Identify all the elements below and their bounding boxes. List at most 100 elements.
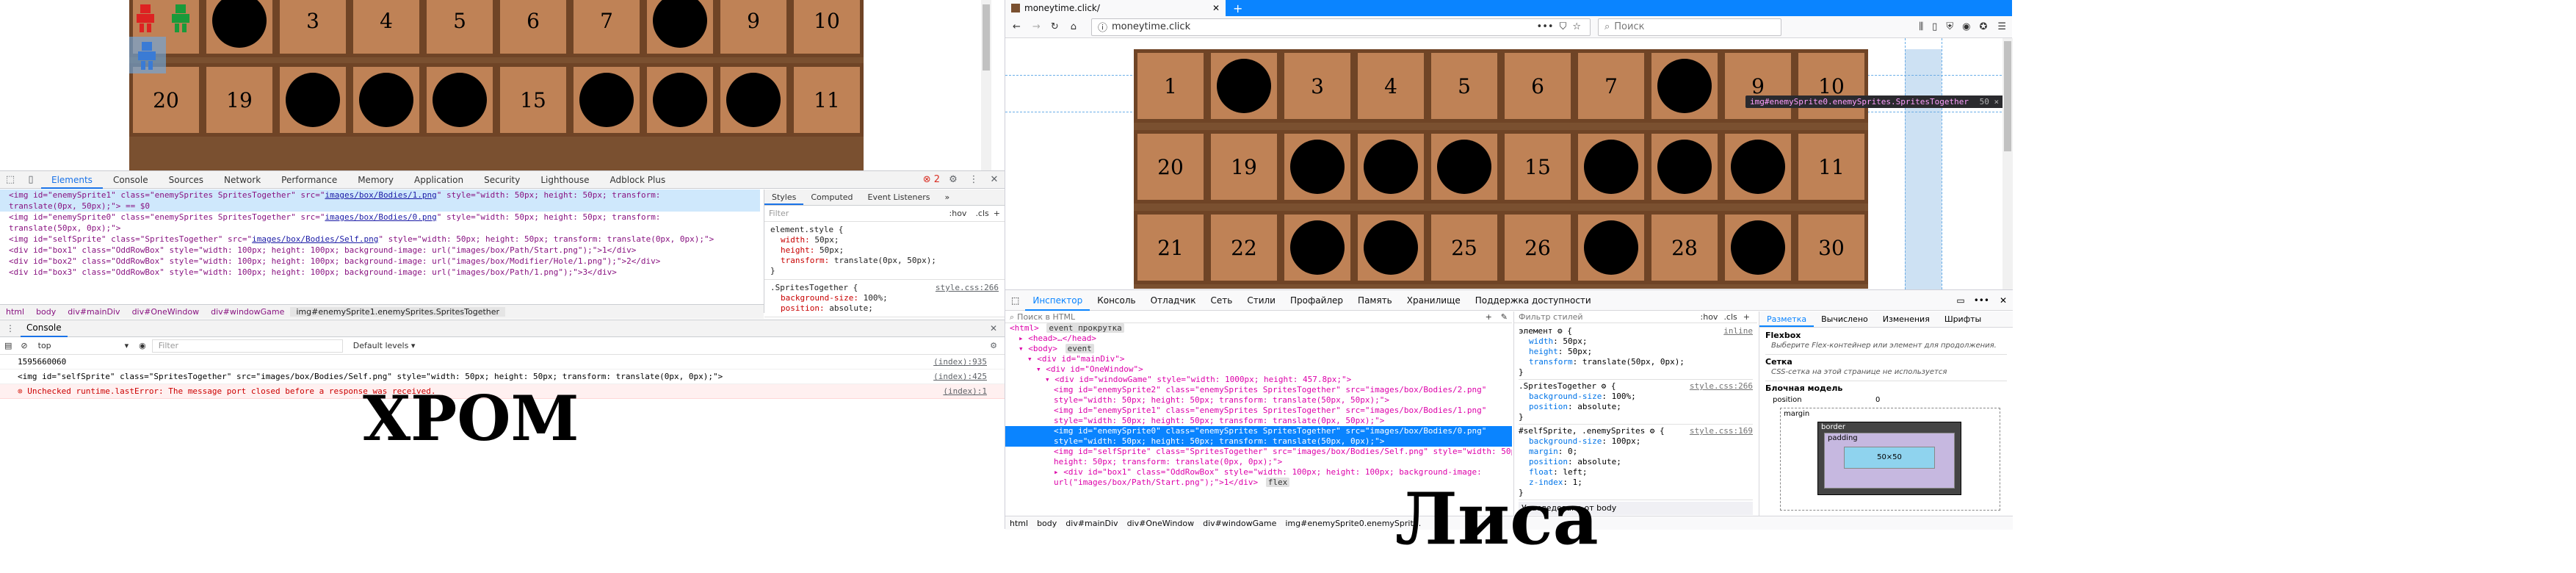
devtools-tab[interactable]: Network xyxy=(214,171,271,189)
board-cell[interactable] xyxy=(203,0,276,57)
grid-section-title[interactable]: Сетка xyxy=(1765,354,2007,367)
ff-devtools-tab[interactable]: Инспектор xyxy=(1025,290,1090,311)
back-icon[interactable]: ← xyxy=(1005,21,1028,32)
rule-source-link[interactable]: style.css:169 xyxy=(1690,426,1753,436)
board-cell[interactable] xyxy=(350,63,423,137)
css-declaration[interactable]: margin: 0; xyxy=(1519,447,1753,457)
element-line[interactable]: <img id="selfSprite" class="SpritesToget… xyxy=(0,234,760,245)
board-cell[interactable] xyxy=(1354,130,1428,203)
board-cell[interactable]: 28 xyxy=(1648,211,1721,284)
forward-icon[interactable]: → xyxy=(1028,21,1045,32)
url-bar[interactable]: ⓘ moneytime.click ••• ⛉ ☆ xyxy=(1090,18,1591,36)
board-cell[interactable]: 5 xyxy=(1428,49,1501,123)
board-cell[interactable]: 6 xyxy=(1501,49,1574,123)
devtools-tab[interactable]: Adblock Plus xyxy=(600,171,676,189)
element-src-link[interactable]: images/box/Bodies/1.png xyxy=(325,190,436,200)
page-scrollbar[interactable] xyxy=(2002,38,2013,289)
board-cell[interactable]: 5 xyxy=(423,0,496,57)
add-rule-icon[interactable]: + xyxy=(994,209,1000,218)
css-declaration[interactable]: transform: translate(0px, 50px); xyxy=(770,256,999,266)
close-icon[interactable]: ✕ xyxy=(983,323,1005,334)
hov-toggle[interactable]: :hov xyxy=(945,209,972,218)
sidebar-icon[interactable]: ▯ xyxy=(1928,21,1942,32)
board-cell[interactable]: 11 xyxy=(790,63,864,137)
board-cell[interactable]: 3 xyxy=(1281,49,1354,123)
console-source-link[interactable]: (index):935 xyxy=(933,355,987,370)
sprites-source-link[interactable]: style.css:266 xyxy=(936,283,999,293)
content-size[interactable]: 50×50 xyxy=(1877,453,1902,461)
console-drawer-tab[interactable]: Console xyxy=(21,320,68,337)
enemy-sprite-red[interactable] xyxy=(134,3,157,34)
styles-sub-tab[interactable]: Computed xyxy=(803,190,860,205)
sidebar-toggle-icon[interactable]: ▤ xyxy=(0,341,16,350)
ff-devtools-tab[interactable]: Профайлер xyxy=(1283,290,1350,311)
breadcrumb-item[interactable]: div#windowGame xyxy=(1198,519,1281,528)
markup-line[interactable]: ▸ <div id="box1" class="OddRowBox" style… xyxy=(1005,467,1512,478)
cls-toggle[interactable]: .cls xyxy=(1721,312,1740,322)
board-cell[interactable]: 25 xyxy=(1428,211,1501,284)
devtools-tab[interactable]: Memory xyxy=(347,171,404,189)
clear-console-icon[interactable]: ⊘ xyxy=(16,341,32,350)
board-cell[interactable] xyxy=(643,0,717,57)
close-tab-icon[interactable]: ✕ xyxy=(1212,3,1220,13)
layout-tab[interactable]: Шрифты xyxy=(1937,311,1989,327)
console-source-link[interactable]: (index):425 xyxy=(933,370,987,384)
css-declaration[interactable]: width: 50px; xyxy=(770,235,999,245)
levels-select[interactable]: Default levels ▾ xyxy=(343,341,426,350)
styles-filter-input[interactable]: Filter xyxy=(769,209,945,218)
breadcrumb-item[interactable]: div#OneWindow xyxy=(1123,519,1199,528)
enemy-sprite-green[interactable] xyxy=(169,3,192,34)
board-cell[interactable]: 1 xyxy=(1134,49,1207,123)
board-cell[interactable] xyxy=(1207,49,1281,123)
board-cell[interactable] xyxy=(1648,49,1721,123)
markup-line[interactable]: height: 50px; transform: translate(0px, … xyxy=(1005,457,1512,467)
markup-line[interactable]: style="width: 50px; height: 50px; transf… xyxy=(1005,416,1512,426)
breadcrumb-item[interactable]: body xyxy=(1032,519,1061,528)
board-cell[interactable]: 19 xyxy=(1207,130,1281,203)
styles-sub-tab[interactable]: Event Listeners xyxy=(861,190,938,205)
picker-icon[interactable]: ⬚ xyxy=(1005,295,1025,306)
search-input[interactable]: Поиск xyxy=(1614,21,1644,32)
cls-toggle[interactable]: .cls xyxy=(971,209,993,218)
breadcrumb-item[interactable]: div#mainDiv xyxy=(62,307,126,317)
element-line[interactable]: <img id="enemySprite0" class="enemySprit… xyxy=(0,212,760,223)
board-cell[interactable] xyxy=(1281,130,1354,203)
element-line[interactable]: <img id="enemySprite1" class="enemySprit… xyxy=(0,190,760,201)
board-cell[interactable] xyxy=(1721,211,1795,284)
element-line[interactable]: translate(50px, 0px);"> xyxy=(0,223,760,234)
board-cell[interactable]: 7 xyxy=(1574,49,1648,123)
eye-icon[interactable]: ◉ xyxy=(133,341,152,350)
enemy-sprite-blue[interactable] xyxy=(135,40,159,71)
reload-icon[interactable]: ↻ xyxy=(1045,21,1065,32)
devtools-tab[interactable]: Security xyxy=(474,171,530,189)
board-cell[interactable] xyxy=(1428,130,1501,203)
inspect-icon[interactable]: ⬚ xyxy=(0,171,21,189)
css-declaration[interactable]: background-size: 100%; xyxy=(1519,392,1753,402)
breadcrumb-item[interactable]: html xyxy=(1005,519,1032,528)
markup-line[interactable]: <img id="enemySprite0" class="enemySprit… xyxy=(1005,426,1512,436)
more-icon[interactable]: ••• xyxy=(1969,295,1994,306)
ff-devtools-tab[interactable]: Поддержка доступности xyxy=(1468,290,1599,311)
search-bar[interactable]: ⌕ Поиск xyxy=(1597,18,1781,36)
account-icon[interactable]: ◉ xyxy=(1958,21,1975,32)
css-declaration[interactable]: height: 50px; xyxy=(1519,347,1753,357)
devtools-tab[interactable]: Lighthouse xyxy=(530,171,599,189)
markup-line[interactable]: ▾ <body> event xyxy=(1005,344,1512,354)
page-scrollbar[interactable] xyxy=(981,0,991,170)
markup-line[interactable]: ▾ <div id="windowGame" style="width: 100… xyxy=(1005,375,1512,385)
breadcrumb-item[interactable]: div#OneWindow xyxy=(126,307,206,317)
rules-filter-input[interactable]: Фильтр стилей xyxy=(1519,312,1698,322)
markup-line[interactable]: ▸ <head>…</head> xyxy=(1005,334,1512,344)
gear-icon[interactable]: ⚙ xyxy=(983,341,1005,350)
devtools-tab[interactable]: Application xyxy=(404,171,474,189)
css-declaration[interactable]: transform: translate(50px, 0px); xyxy=(1519,357,1753,367)
flexbox-section-title[interactable]: Flexbox xyxy=(1765,331,2007,340)
info-icon[interactable]: ⓘ xyxy=(1098,20,1107,34)
event-badge[interactable]: event xyxy=(1065,344,1094,353)
board-cell[interactable]: 4 xyxy=(1354,49,1428,123)
board-cell[interactable] xyxy=(1281,211,1354,284)
breadcrumb-item[interactable]: div#windowGame xyxy=(205,307,290,317)
markup-line[interactable]: style="width: 50px; height: 50px; transf… xyxy=(1005,436,1512,447)
ff-devtools-tab[interactable]: Отладчик xyxy=(1143,290,1204,311)
css-declaration[interactable]: position: absolute; xyxy=(1519,457,1753,467)
